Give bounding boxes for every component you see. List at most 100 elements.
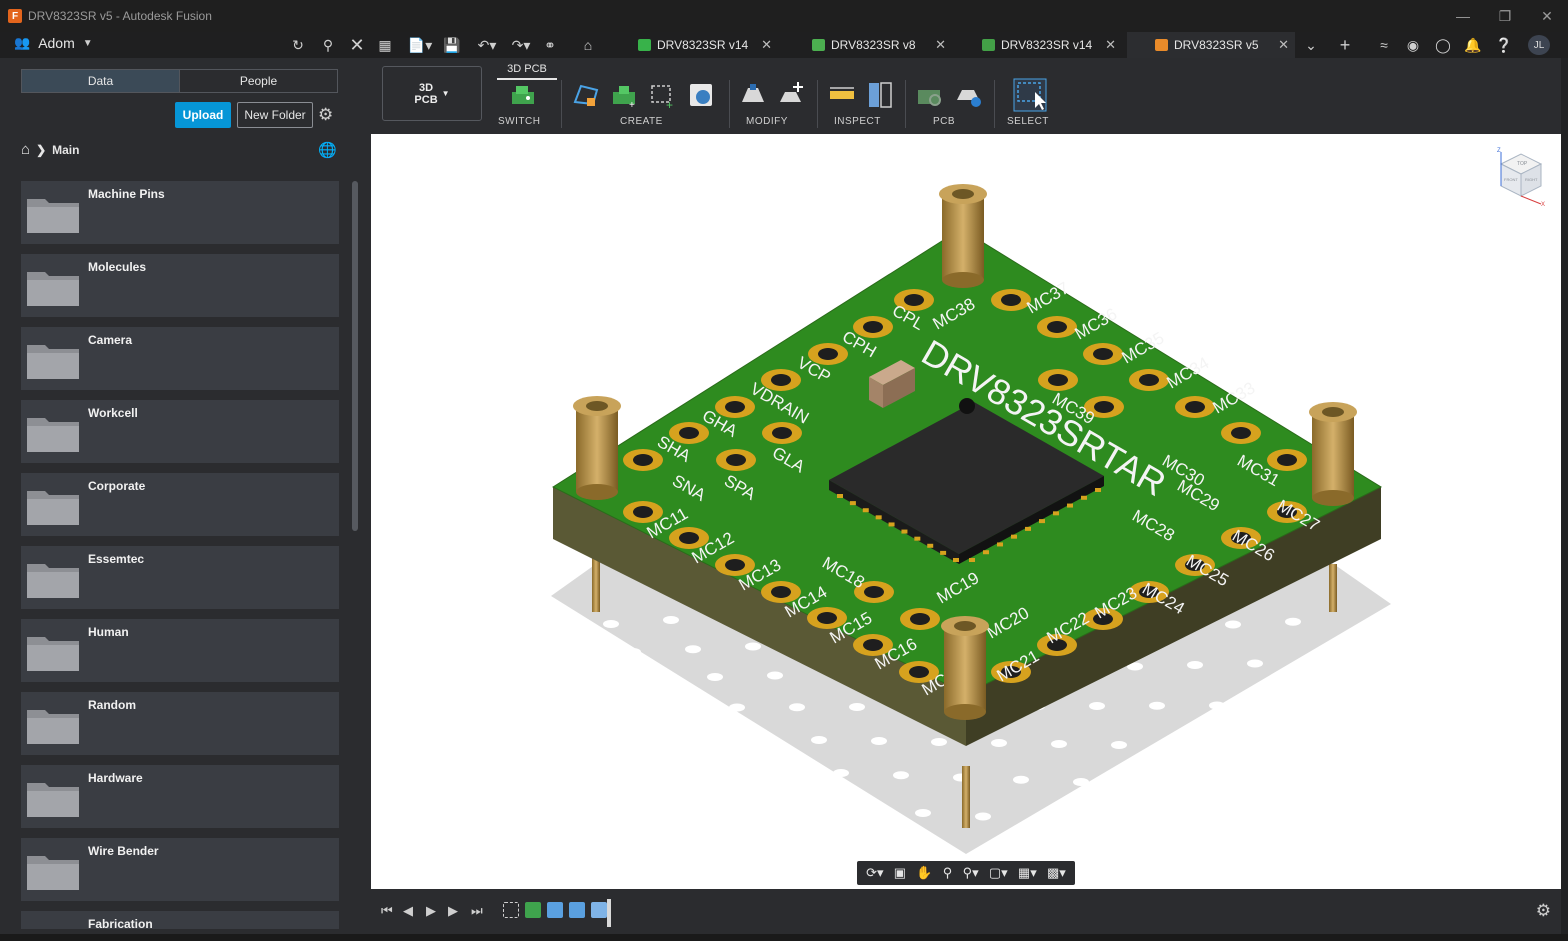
folder-item[interactable]: Random — [21, 692, 339, 755]
doc-tab-1[interactable]: DRV8323SR v14 ✕ — [628, 32, 776, 58]
modify-group-label[interactable]: MODIFY — [746, 116, 788, 127]
timeline-component-feature[interactable] — [591, 902, 607, 918]
title-bar: F DRV8323SR v5 - Autodesk Fusion — ❐ ✕ — [0, 0, 1568, 32]
file-menu-icon[interactable]: 📄▾ — [406, 35, 434, 55]
team-name: Adom — [38, 35, 75, 51]
refresh-icon[interactable]: ↻ — [288, 35, 308, 55]
notifications-icon[interactable]: 🔔 — [1463, 35, 1483, 55]
go-to-start-icon[interactable]: ⏮ — [381, 903, 393, 919]
close-tab-icon[interactable]: ✕ — [1278, 37, 1289, 53]
tab-overflow-icon[interactable]: ⌄ — [1301, 35, 1321, 55]
tab-3d-pcb[interactable]: 3D PCB — [497, 60, 557, 80]
online-status-icon[interactable]: ◯ — [1433, 35, 1453, 55]
grid-dot — [669, 703, 685, 712]
timeline-pcb-feature[interactable] — [525, 902, 541, 918]
folder-item[interactable]: Wire Bender — [21, 838, 339, 901]
folder-item[interactable]: Workcell — [21, 400, 339, 463]
scrollbar[interactable] — [352, 181, 358, 531]
board-doc-icon — [982, 39, 995, 51]
close-icon[interactable]: ✕ — [1526, 0, 1568, 32]
gear-icon[interactable]: ⚙ — [318, 105, 333, 125]
folder-item[interactable]: Hardware — [21, 765, 339, 828]
section-analysis-icon[interactable] — [865, 80, 895, 110]
redo-icon[interactable]: ↷▾ — [506, 35, 536, 55]
pcb-group-label[interactable]: PCB — [933, 116, 955, 127]
folder-item[interactable]: Machine Pins — [21, 181, 339, 244]
inspect-group-label[interactable]: INSPECT — [834, 116, 881, 127]
restore-icon[interactable]: ❐ — [1484, 0, 1526, 32]
pcb-push-icon[interactable] — [915, 80, 945, 110]
breadcrumb-current[interactable]: Main — [52, 143, 79, 157]
team-switcher[interactable]: 👥 Adom ▼ — [14, 35, 93, 51]
pcb-settings-icon[interactable] — [954, 80, 984, 110]
timeline-marker[interactable] — [607, 899, 611, 927]
upload-button[interactable]: Upload — [175, 102, 231, 128]
job-status-icon[interactable]: ◉ — [1403, 35, 1423, 55]
home-icon[interactable]: ⌂ — [21, 141, 30, 158]
timeline-image-feature[interactable] — [569, 902, 585, 918]
close-tab-icon[interactable]: ✕ — [1105, 37, 1116, 53]
app-grid-icon[interactable]: ▦ — [375, 35, 395, 55]
gear-icon[interactable]: ⚙ — [1536, 901, 1551, 921]
measure-icon[interactable] — [827, 80, 857, 110]
tab-data[interactable]: Data — [22, 70, 180, 92]
create-group-label[interactable]: CREATE — [620, 116, 663, 127]
close-panel-icon[interactable]: ✕ — [347, 35, 367, 55]
fit-icon[interactable]: ⚲▾ — [963, 865, 979, 881]
doc-tab-3[interactable]: DRV8323SR v14 ✕ — [972, 32, 1120, 58]
viewcube-front-face[interactable]: FRONT — [1504, 177, 1518, 182]
create-3d-body-icon[interactable] — [686, 80, 716, 110]
switch-group-label[interactable]: SWITCH — [498, 116, 540, 127]
link-icon[interactable]: ⚭ — [540, 35, 560, 55]
display-settings-icon[interactable]: ▢▾ — [989, 865, 1008, 881]
new-folder-button[interactable]: New Folder — [237, 102, 313, 128]
move-component-icon[interactable] — [776, 80, 806, 110]
step-back-icon[interactable]: ◀ — [403, 903, 413, 919]
folder-item[interactable]: Corporate — [21, 473, 339, 536]
tab-people[interactable]: People — [180, 70, 337, 92]
viewcube-top-face[interactable]: TOP — [1517, 161, 1528, 167]
search-icon[interactable]: ⚲ — [318, 35, 338, 55]
save-icon[interactable]: 💾 — [442, 35, 462, 55]
step-forward-icon[interactable]: ▶ — [448, 903, 458, 919]
close-tab-icon[interactable]: ✕ — [935, 37, 946, 53]
pan-icon[interactable]: ✋ — [916, 865, 932, 881]
minimize-icon[interactable]: — — [1442, 0, 1484, 32]
home-icon[interactable]: ⌂ — [578, 35, 598, 55]
folder-item[interactable]: Fabrication — [21, 911, 339, 929]
zoom-icon[interactable]: ⚲ — [943, 865, 953, 881]
doc-tab-2[interactable]: DRV8323SR v8 ✕ — [802, 32, 950, 58]
viewcube-right-face[interactable]: RIGHT — [1525, 177, 1538, 182]
folder-item[interactable]: Essemtec — [21, 546, 339, 609]
select-window-icon[interactable] — [1013, 78, 1047, 112]
create-region-icon[interactable]: + — [647, 80, 677, 110]
look-at-icon[interactable]: ▣ — [894, 865, 906, 881]
viewcube[interactable]: TOP FRONT RIGHT Z X — [1487, 146, 1547, 206]
timeline-sketch-feature[interactable] — [503, 902, 519, 918]
play-icon[interactable]: ▶ — [426, 903, 436, 919]
create-component-icon[interactable]: + — [609, 80, 639, 110]
workspace-selector[interactable]: 3D PCB ▼ — [382, 66, 482, 121]
switch-to-pcb-icon[interactable] — [508, 80, 538, 110]
new-tab-icon[interactable]: + — [1335, 35, 1355, 55]
doc-tab-4-active[interactable]: DRV8323SR v5 ✕ — [1127, 32, 1295, 58]
grid-settings-icon[interactable]: ▦▾ — [1018, 865, 1037, 881]
select-group-label[interactable]: SELECT — [1007, 116, 1049, 127]
close-tab-icon[interactable]: ✕ — [761, 37, 772, 53]
globe-icon[interactable]: 🌐 — [318, 141, 337, 159]
help-icon[interactable]: ❔ — [1494, 35, 1514, 55]
orbit-icon[interactable]: ⟳▾ — [866, 865, 883, 881]
extensions-icon[interactable]: ≈ — [1374, 35, 1394, 55]
folder-item[interactable]: Human — [21, 619, 339, 682]
viewports-icon[interactable]: ▩▾ — [1047, 865, 1066, 881]
undo-icon[interactable]: ↶▾ — [472, 35, 502, 55]
go-to-end-icon[interactable]: ⏭ — [471, 903, 483, 919]
3d-viewport[interactable]: CPL CPH VCP VDRAIN GHA SHA SNA GLA SPA MC11 MC12 MC… — [371, 134, 1561, 889]
folder-item[interactable]: Camera — [21, 327, 339, 390]
user-avatar[interactable]: JL — [1528, 35, 1550, 55]
modify-package-icon[interactable] — [738, 80, 768, 110]
folder-item[interactable]: Molecules — [21, 254, 339, 317]
timeline-image-feature[interactable] — [547, 902, 563, 918]
pcb-3d-model[interactable]: CPLCPHVCPVDRAINGHASHASNAGLASPAMC11MC12MC… — [371, 134, 1561, 889]
create-outline-icon[interactable] — [571, 80, 601, 110]
